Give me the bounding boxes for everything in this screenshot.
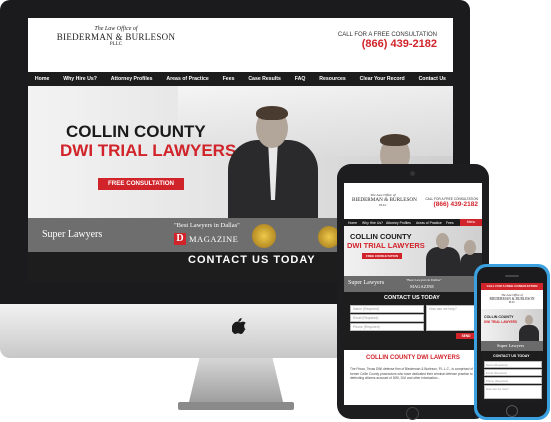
attorney-2-hair — [380, 134, 410, 146]
mobile-attorney-head — [525, 315, 533, 325]
imac-stand — [188, 358, 284, 406]
free-consultation-button[interactable]: FREE CONSULTATION — [98, 178, 184, 190]
hero-title-line1: COLLIN COUNTY — [66, 122, 206, 141]
nav-contact-us[interactable]: Contact Us — [419, 76, 446, 82]
best-lawyers-text: "Best Lawyers in Dallas" — [174, 222, 240, 229]
tablet-nav-fees[interactable]: Fees — [446, 221, 454, 225]
attorney-1-hair — [256, 106, 288, 120]
mobile-hero-line2: DWI TRIAL LAWYERS — [484, 320, 518, 324]
nav-areas-of-practice[interactable]: Areas of Practice — [166, 76, 208, 82]
mobile-name-field[interactable]: Name (Required) — [484, 361, 542, 368]
nav-why-hire-us[interactable]: Why Hire Us? — [63, 76, 97, 82]
logo-suffix: PLLC — [109, 42, 123, 47]
award-seal-icon — [252, 224, 276, 248]
mobile-attorney — [519, 325, 539, 341]
apple-logo-icon — [232, 318, 246, 334]
tablet-hero-line2: DWI TRIAL LAWYERS — [347, 241, 425, 250]
tablet-message-field[interactable]: How can we help? — [426, 305, 478, 331]
tablet-cta-button[interactable]: FREE CONSULTATION — [362, 253, 402, 259]
hero-title-line2: DWI TRIAL LAWYERS — [60, 141, 237, 160]
d-magazine-logo: D — [174, 233, 186, 245]
magazine-word: MAGAZINE — [189, 234, 239, 244]
tablet-message-placeholder: How can we help? — [429, 307, 457, 311]
tablet-nav-areas[interactable]: Areas of Practice — [416, 221, 442, 225]
tablet-send-button[interactable]: SEND — [456, 333, 476, 339]
tablet-body-text: The Frisco, Texas DWI defense firm of Bi… — [350, 367, 474, 381]
nav-resources[interactable]: Resources — [319, 76, 346, 82]
tablet-phone-field[interactable]: Phone (Required) — [350, 323, 424, 331]
tablet-nav-attorneys[interactable]: Attorney Profiles — [386, 221, 411, 225]
tablet-menu-button[interactable]: Menu — [460, 219, 482, 226]
iphone-speaker — [505, 275, 519, 277]
ipad-camera-icon — [410, 171, 415, 176]
logo-name: BIEDERMAN & BURLESON — [56, 32, 176, 42]
tablet-contact-heading: CONTACT US TODAY — [384, 295, 440, 301]
tablet-phone-placeholder: Phone (Required) — [353, 325, 380, 329]
tablet-email-placeholder: Email (Required) — [353, 316, 379, 320]
tablet-email-field[interactable]: Email (Required) — [350, 314, 424, 322]
contact-today-heading: CONTACT US TODAY — [188, 254, 316, 266]
ipad-home-button[interactable] — [406, 407, 419, 420]
tablet-best-lawyers: "Best Lawyers in Dallas" — [406, 278, 442, 282]
tablet-attorney-2-head — [464, 240, 476, 255]
mobile-phone-field[interactable]: Phone (Required) — [484, 377, 542, 384]
tablet-phone[interactable]: (866) 439-2182 — [425, 201, 478, 208]
mobile-email-placeholder: Email (Required) — [486, 370, 507, 375]
main-nav: Home Why Hire Us? Attorney Profiles Area… — [28, 72, 453, 86]
tablet-logo-suffix: PLLC — [379, 203, 387, 207]
mobile-message-placeholder: How can we help? — [486, 386, 509, 391]
mobile-email-field[interactable]: Email (Required) — [484, 369, 542, 376]
tablet-logo[interactable]: The Law Office of BIEDERMAN & BURLESON P… — [352, 193, 417, 207]
mobile-message-field[interactable]: How can we help? — [484, 385, 542, 399]
mobile-phone-placeholder: Phone (Required) — [486, 378, 509, 383]
tablet-nav-why[interactable]: Why Hire Us? — [362, 221, 383, 225]
tablet-nav-home[interactable]: Home — [348, 221, 357, 225]
tablet-name-placeholder: Name (Required) — [353, 307, 380, 311]
mobile-call-bar[interactable]: CALL FOR A FREE CONSULTATION — [481, 283, 543, 290]
tablet-nav: Home Why Hire Us? Attorney Profiles Area… — [344, 219, 482, 226]
mobile-logo[interactable]: The Law Office of BIEDERMAN & BURLESON P… — [485, 293, 539, 304]
nav-fees[interactable]: Fees — [223, 76, 235, 82]
header-contact: CALL FOR A FREE CONSULTATION (866) 439-2… — [338, 32, 437, 50]
mobile-logo-suffix: PLLC — [508, 301, 516, 304]
nav-clear-your-record[interactable]: Clear Your Record — [360, 76, 405, 82]
mobile-name-placeholder: Name (Required) — [486, 362, 508, 367]
super-lawyers-badge: Super Lawyers — [42, 229, 103, 240]
tablet-attorney-1 — [426, 247, 460, 277]
tablet-section-title: COLLIN COUNTY DWI LAWYERS — [366, 355, 460, 361]
iphone-home-button[interactable] — [506, 405, 518, 417]
mobile-hero-line1: COLLIN COUNTY — [484, 315, 514, 319]
phone-number[interactable]: (866) 439-2182 — [338, 38, 437, 50]
mobile-website: CALL FOR A FREE CONSULTATION The Law Off… — [481, 283, 543, 403]
mobile-contact-heading: CONTACT US TODAY — [493, 354, 530, 358]
nav-case-results[interactable]: Case Results — [248, 76, 281, 82]
tablet-magazine: MAGAZINE — [410, 284, 434, 289]
imac-stand-base — [178, 402, 294, 410]
tablet-hero-line1: COLLIN COUNTY — [350, 232, 412, 241]
tablet-attorney-1-head — [436, 233, 449, 249]
site-logo[interactable]: The Law Office of BIEDERMAN & BURLESON P… — [56, 26, 176, 47]
tablet-name-field[interactable]: Name (Required) — [350, 305, 424, 313]
nav-home[interactable]: Home — [35, 76, 49, 82]
tablet-header-contact: CALL FOR A FREE CONSULTATION (866) 439-2… — [425, 197, 478, 208]
nav-attorney-profiles[interactable]: Attorney Profiles — [111, 76, 153, 82]
nav-faq[interactable]: FAQ — [295, 76, 306, 82]
mobile-super-lawyers: Super Lawyers — [497, 343, 525, 348]
tablet-super-lawyers: Super Lawyers — [348, 280, 385, 286]
tablet-website: The Law Office of BIEDERMAN & BURLESON P… — [344, 183, 482, 405]
